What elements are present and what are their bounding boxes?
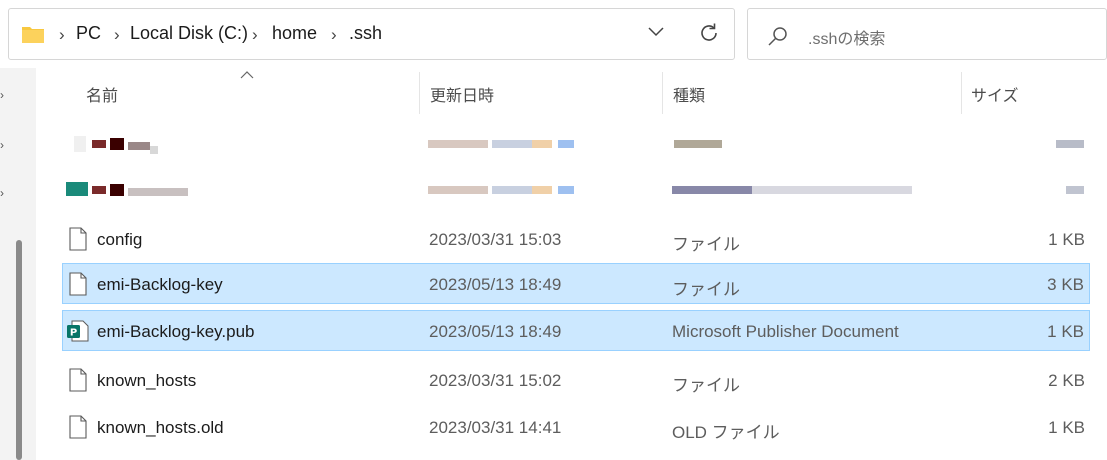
chevron-right-icon[interactable]: › bbox=[59, 25, 65, 45]
search-box[interactable]: .sshの検索 bbox=[747, 8, 1107, 60]
chevron-right-icon[interactable]: › bbox=[0, 186, 8, 200]
chevron-right-icon[interactable]: › bbox=[0, 138, 8, 152]
redacted-file-row[interactable] bbox=[62, 126, 1090, 164]
breadcrumb-pc[interactable]: PC bbox=[76, 23, 101, 44]
file-name: config bbox=[97, 230, 143, 249]
chevron-right-icon[interactable]: › bbox=[114, 25, 120, 45]
file-icon bbox=[68, 227, 88, 256]
file-type: Microsoft Publisher Document bbox=[672, 322, 899, 341]
file-size: 2 KB bbox=[1048, 371, 1085, 390]
column-header-type[interactable]: 種類 bbox=[673, 82, 705, 106]
file-row-selected[interactable]: P emi-Backlog-key.pub 2023/05/13 18:49 M… bbox=[62, 310, 1090, 351]
column-divider[interactable] bbox=[662, 72, 663, 114]
file-icon bbox=[68, 415, 88, 444]
file-name: emi-Backlog-key.pub bbox=[97, 322, 255, 341]
file-size: 1 KB bbox=[1048, 230, 1085, 249]
folder-icon bbox=[21, 24, 45, 49]
column-divider[interactable] bbox=[419, 72, 420, 114]
file-type: OLD ファイル bbox=[672, 423, 780, 442]
file-modified: 2023/05/13 18:49 bbox=[429, 322, 562, 341]
file-row-selected[interactable]: emi-Backlog-key 2023/05/13 18:49 ファイル 3 … bbox=[62, 263, 1090, 304]
file-name: known_hosts.old bbox=[97, 418, 224, 437]
column-header-modified[interactable]: 更新日時 bbox=[430, 82, 494, 106]
chevron-down-icon[interactable] bbox=[647, 25, 665, 43]
navigation-pane-edge: › › › bbox=[0, 68, 36, 460]
column-header-size[interactable]: サイズ bbox=[971, 82, 1019, 106]
file-name: emi-Backlog-key bbox=[97, 275, 223, 294]
column-header-name[interactable]: 名前 bbox=[86, 82, 118, 106]
column-divider[interactable] bbox=[961, 72, 962, 114]
scrollbar-thumb[interactable] bbox=[16, 240, 22, 460]
file-size: 1 KB bbox=[1047, 322, 1084, 341]
file-type: ファイル bbox=[672, 235, 740, 254]
file-size: 3 KB bbox=[1047, 275, 1084, 294]
refresh-icon[interactable] bbox=[697, 21, 721, 50]
chevron-right-icon[interactable]: › bbox=[252, 25, 258, 45]
file-modified: 2023/05/13 18:49 bbox=[429, 275, 562, 294]
file-type: ファイル bbox=[672, 376, 740, 395]
breadcrumb-local-disk[interactable]: Local Disk (C:) bbox=[130, 23, 248, 44]
file-icon bbox=[68, 272, 88, 301]
search-placeholder[interactable]: .sshの検索 bbox=[808, 25, 885, 49]
svg-text:P: P bbox=[70, 328, 77, 339]
address-bar[interactable]: › PC › Local Disk (C:) › home › .ssh bbox=[8, 8, 735, 60]
file-row[interactable]: known_hosts 2023/03/31 15:02 ファイル 2 KB bbox=[62, 361, 1090, 399]
file-modified: 2023/03/31 14:41 bbox=[429, 418, 562, 437]
file-modified: 2023/03/31 15:03 bbox=[429, 230, 562, 249]
sort-ascending-icon bbox=[240, 66, 254, 84]
file-name: known_hosts bbox=[97, 371, 197, 390]
file-icon bbox=[68, 368, 88, 397]
publisher-icon: P bbox=[66, 319, 90, 348]
file-row[interactable]: known_hosts.old 2023/03/31 14:41 OLD ファイ… bbox=[62, 408, 1090, 446]
file-type: ファイル bbox=[672, 280, 740, 299]
file-row[interactable]: config 2023/03/31 15:03 ファイル 1 KB bbox=[62, 220, 1090, 258]
redacted-file-row[interactable] bbox=[62, 172, 1090, 210]
chevron-right-icon[interactable]: › bbox=[0, 88, 8, 102]
file-size: 1 KB bbox=[1048, 418, 1085, 437]
search-icon bbox=[766, 24, 790, 53]
breadcrumb-ssh[interactable]: .ssh bbox=[349, 23, 382, 44]
chevron-right-icon[interactable]: › bbox=[331, 25, 337, 45]
file-modified: 2023/03/31 15:02 bbox=[429, 371, 562, 390]
breadcrumb-home[interactable]: home bbox=[272, 23, 317, 44]
